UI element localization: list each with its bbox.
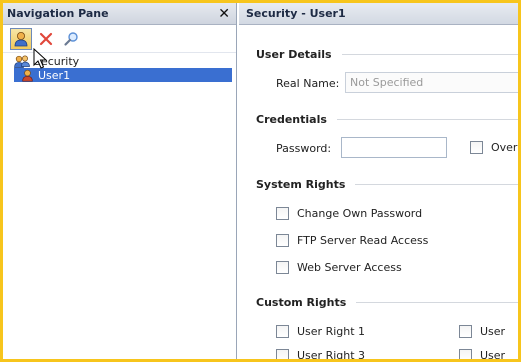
tree-item-user1[interactable]: User1	[14, 68, 232, 82]
checkbox-box	[276, 207, 289, 220]
checkbox-label: User Right 3	[297, 349, 366, 362]
user-right-4-checkbox[interactable]: User	[459, 349, 506, 362]
override-checkbox[interactable]: Overr	[470, 141, 521, 154]
close-icon[interactable]: ✕	[218, 7, 230, 21]
real-name-label: Real Name:	[276, 77, 340, 90]
delete-icon	[39, 32, 53, 45]
checkbox-label: Web Server Access	[297, 261, 402, 274]
checkbox-label: Change Own Password	[297, 207, 423, 220]
find-button[interactable]	[60, 28, 82, 50]
user-icon	[14, 31, 28, 46]
ftp-server-read-access-checkbox[interactable]: FTP Server Read Access	[276, 234, 428, 247]
checkbox-box	[276, 261, 289, 274]
checkbox-label: User Right 1	[297, 325, 366, 338]
section-divider	[336, 119, 518, 120]
real-name-field[interactable]: Not Specified	[345, 72, 518, 93]
section-divider	[355, 184, 518, 185]
application-window: Navigation Pane ✕ Security User1 Securit…	[0, 0, 521, 362]
change-own-password-checkbox[interactable]: Change Own Password	[276, 207, 422, 220]
users-group-icon	[14, 55, 30, 68]
add-user-button[interactable]	[10, 27, 32, 50]
search-icon	[64, 31, 78, 46]
section-system-rights: System Rights	[256, 178, 518, 191]
mouse-pointer-icon	[33, 48, 47, 69]
checkbox-box	[470, 141, 483, 154]
checkbox-box	[459, 325, 472, 338]
checkbox-box	[276, 325, 289, 338]
checkbox-box	[459, 349, 472, 359]
section-heading: Credentials	[256, 113, 327, 126]
navigation-pane-header: Navigation Pane ✕	[3, 3, 236, 25]
delete-button[interactable]	[35, 28, 57, 50]
user-icon	[22, 69, 33, 82]
web-server-access-checkbox[interactable]: Web Server Access	[276, 261, 402, 274]
section-divider	[341, 54, 518, 55]
password-label: Password:	[276, 142, 332, 155]
tree-item-label: User1	[38, 68, 71, 82]
user-right-3-checkbox[interactable]: User Right 3	[276, 349, 366, 362]
checkbox-label: User	[480, 349, 506, 362]
security-detail-panel: Security - User1 User Details Real Name:…	[239, 3, 521, 362]
section-heading: User Details	[256, 48, 332, 61]
checkbox-label: Overr	[491, 141, 521, 154]
checkbox-label: User	[480, 325, 506, 338]
navigation-pane-title: Navigation Pane	[7, 7, 109, 20]
section-credentials: Credentials	[256, 113, 518, 126]
section-divider	[356, 302, 518, 303]
section-heading: System Rights	[256, 178, 346, 191]
section-user-details: User Details	[256, 48, 518, 61]
checkbox-box	[276, 234, 289, 247]
section-custom-rights: Custom Rights	[256, 296, 518, 309]
content-header: Security - User1	[239, 3, 518, 25]
panel-title: Security - User1	[246, 7, 346, 20]
section-heading: Custom Rights	[256, 296, 347, 309]
user-right-2-checkbox[interactable]: User	[459, 325, 505, 338]
user-right-1-checkbox[interactable]: User Right 1	[276, 325, 365, 338]
checkbox-label: FTP Server Read Access	[297, 234, 429, 247]
password-field[interactable]	[341, 137, 447, 158]
checkbox-box	[276, 349, 289, 359]
